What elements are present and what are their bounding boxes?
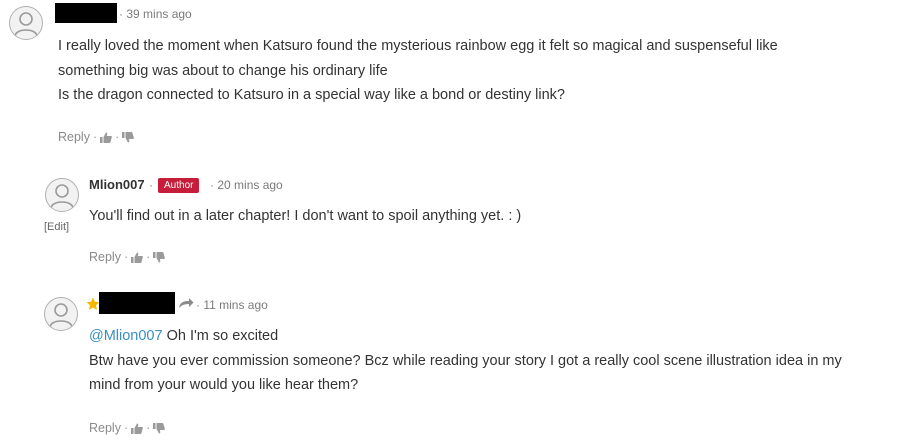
- thumbs-up-icon[interactable]: [100, 132, 113, 143]
- reply-link[interactable]: Reply: [58, 130, 90, 144]
- reply-arrow-icon: [179, 298, 194, 308]
- thumbs-up-icon[interactable]: [131, 252, 144, 263]
- comment-body: @Mlion007 Oh I'm so excited Btw have you…: [89, 324, 842, 398]
- comment-actions: Reply · ·: [89, 421, 166, 435]
- user-avatar-icon: [49, 303, 73, 328]
- comment-line: Is the dragon connected to Katsuro in a …: [58, 87, 565, 103]
- comment-line: Btw have you ever commission someone? Bc…: [89, 352, 842, 369]
- comment-line: something big was about to change his or…: [58, 62, 388, 79]
- comment-actions: Reply · ·: [89, 250, 166, 264]
- reply-link[interactable]: Reply: [89, 250, 121, 264]
- avatar[interactable]: [44, 297, 78, 331]
- thumbs-down-icon[interactable]: [153, 422, 166, 434]
- user-avatar-icon: [14, 12, 38, 37]
- comment-line: @Mlion007 Oh I'm so excited: [89, 328, 279, 344]
- edit-link[interactable]: [Edit]: [44, 221, 69, 233]
- user-avatar-icon: [50, 184, 74, 209]
- avatar[interactable]: [9, 6, 43, 40]
- comment-line: You'll find out in a later chapter! I do…: [89, 208, 522, 224]
- comment-body: I really loved the moment when Katsuro f…: [58, 34, 778, 108]
- comment-body: You'll find out in a later chapter! I do…: [89, 204, 521, 229]
- comment-line: I really loved the moment when Katsuro f…: [58, 38, 778, 54]
- author-badge: Author: [158, 178, 200, 193]
- comment-timestamp: · 20 mins ago: [210, 178, 283, 192]
- comment-author[interactable]: Mlion007: [89, 177, 145, 192]
- comment-line: mind from your would you like hear them?: [89, 377, 359, 393]
- comment-timestamp: · 11 mins ago: [196, 298, 268, 312]
- redacted-username: [99, 292, 175, 314]
- comment-actions: Reply · ·: [58, 130, 135, 144]
- thumbs-down-icon[interactable]: [122, 131, 135, 143]
- star-icon: [86, 297, 100, 310]
- avatar[interactable]: [45, 178, 79, 212]
- thumbs-down-icon[interactable]: [153, 251, 166, 263]
- reply-link[interactable]: Reply: [89, 421, 121, 435]
- mention-link[interactable]: @Mlion007: [89, 328, 163, 344]
- comment-timestamp: · 39 mins ago: [119, 7, 192, 21]
- thumbs-up-icon[interactable]: [131, 423, 144, 434]
- redacted-username: [55, 3, 117, 23]
